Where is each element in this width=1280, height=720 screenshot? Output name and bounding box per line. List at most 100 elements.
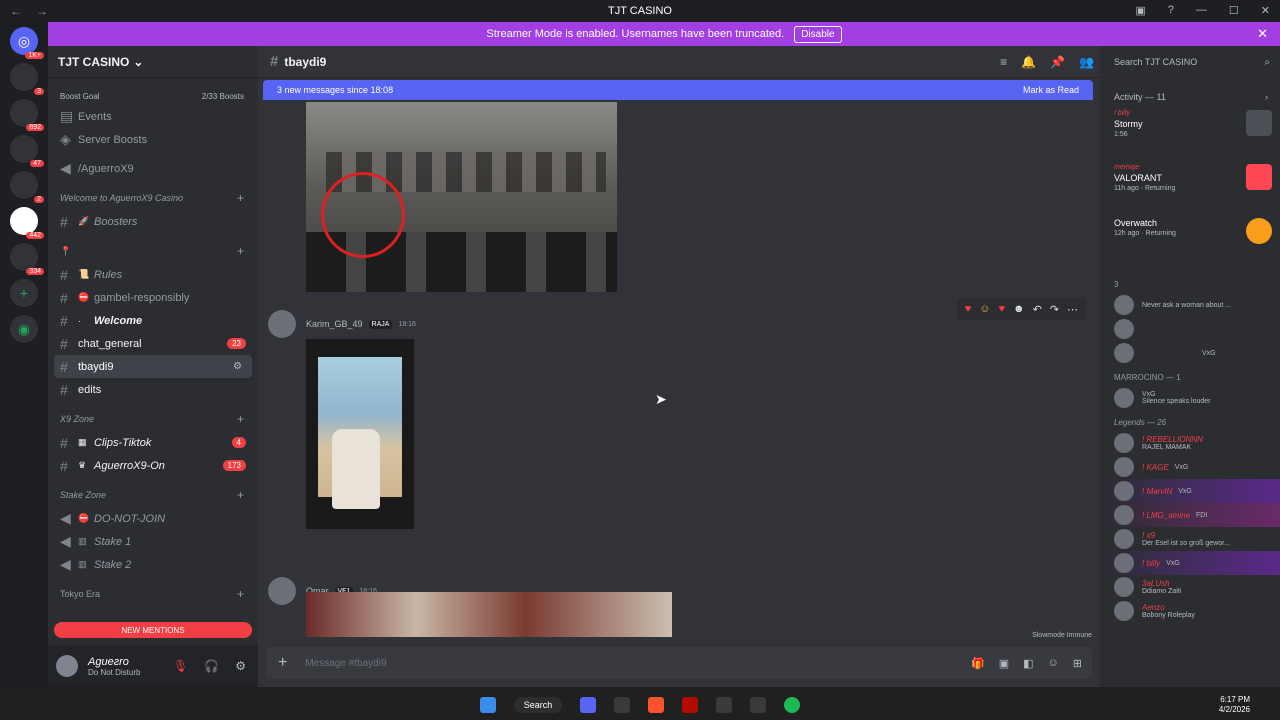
windows-start-icon[interactable]: [479, 697, 496, 713]
server-header[interactable]: TJT CASINO ⌄: [48, 46, 258, 78]
sticker-icon[interactable]: ◧: [1023, 657, 1033, 670]
server-icon[interactable]: 2: [10, 171, 44, 203]
new-messages-bar[interactable]: 3 new messages since 18:08 Mark as Read: [263, 80, 1093, 100]
brave-icon[interactable]: [648, 697, 665, 713]
add-attachment-icon[interactable]: +: [278, 654, 287, 672]
settings-icon[interactable]: ⚙: [233, 361, 242, 372]
forward-icon[interactable]: ↷: [1050, 303, 1059, 316]
member-item[interactable]: VxG: [1100, 341, 1280, 365]
member-item[interactable]: ! KAGE VxG: [1100, 455, 1280, 479]
add-channel-icon[interactable]: +: [237, 587, 244, 601]
reply-icon[interactable]: ↶: [1033, 303, 1042, 316]
member-item[interactable]: Never ask a woman about ...: [1100, 293, 1280, 317]
member-item[interactable]: VxG Silence speaks louder: [1100, 386, 1280, 410]
server-icon[interactable]: 892: [10, 99, 44, 131]
app-icon[interactable]: [750, 697, 767, 713]
avatar[interactable]: [268, 577, 296, 605]
inbox-icon[interactable]: ▣: [1135, 4, 1145, 17]
back-icon[interactable]: ←: [10, 4, 22, 18]
add-server-icon[interactable]: +: [10, 279, 38, 307]
message-composer[interactable]: + Message #tbaydi9 🎁 ▣ ◧ ☺ ⊞: [266, 647, 1092, 679]
minimize-icon[interactable]: —: [1196, 4, 1207, 17]
events-item[interactable]: ▤ Events: [48, 105, 258, 128]
member-item[interactable]: ! billy VxG: [1100, 551, 1280, 575]
channel-aguerro-on[interactable]: # ♛ AguerroX9-On 173: [48, 454, 258, 477]
taskbar-search[interactable]: Search: [513, 697, 563, 713]
member-item[interactable]: 3aLUsh Ddiamo Zaiti: [1100, 575, 1280, 599]
category-welcome[interactable]: Welcome to AguerroX9 Casino +: [48, 186, 258, 210]
help-icon[interactable]: ?: [1168, 4, 1174, 17]
close-banner-icon[interactable]: ✕: [1257, 26, 1268, 42]
boost-goal[interactable]: Boost Goal 2/33 Boosts: [48, 78, 258, 105]
notification-icon[interactable]: 🔔: [1021, 55, 1036, 69]
activity-header[interactable]: Activity — 11 ›: [1100, 78, 1280, 110]
member-item[interactable]: ! MarvIN VxG: [1100, 479, 1280, 503]
voice-do-not-join[interactable]: ◀ ⛔ DO-NOT-JOIN: [48, 507, 258, 530]
avatar[interactable]: [56, 655, 78, 677]
server-icon[interactable]: 442: [10, 207, 44, 239]
member-item[interactable]: [1100, 317, 1280, 341]
message-author[interactable]: Karim_GB_49: [306, 319, 363, 329]
channel-edits[interactable]: # edits: [48, 378, 258, 401]
add-channel-icon[interactable]: +: [237, 244, 244, 258]
gear-icon[interactable]: ⚙: [235, 659, 246, 673]
server-icon[interactable]: 334: [10, 243, 44, 275]
home-icon[interactable]: ◎ 1K+: [10, 27, 44, 59]
forward-icon[interactable]: →: [36, 4, 48, 18]
app-icon[interactable]: [716, 697, 733, 713]
category-x9-zone[interactable]: X9 Zone +: [48, 407, 258, 431]
category-pin[interactable]: 📍 +: [48, 239, 258, 263]
acrobat-icon[interactable]: [682, 697, 699, 713]
add-channel-icon[interactable]: +: [237, 412, 244, 426]
clock[interactable]: 6:17 PM 4/2/2026: [1219, 695, 1250, 715]
channel-gambel[interactable]: # ⛔ gambel-responsibly: [48, 286, 258, 309]
threads-icon[interactable]: ≡: [1000, 55, 1007, 69]
discord-icon[interactable]: [580, 697, 597, 713]
server-boosts-item[interactable]: ◈ Server Boosts: [48, 128, 258, 151]
voice-stake2[interactable]: ◀ ▥ Stake 2: [48, 553, 258, 576]
emoji-icon[interactable]: ☺: [1048, 657, 1059, 670]
apps-icon[interactable]: ⊞: [1073, 657, 1082, 670]
heart-reaction-icon[interactable]: ♥: [998, 303, 1005, 315]
channel-clips[interactable]: # ▦ Clips-Tiktok 4: [48, 431, 258, 454]
attachment-image[interactable]: [306, 339, 414, 529]
spotify-icon[interactable]: [784, 697, 801, 713]
new-mentions-button[interactable]: NEW MENTIONS: [54, 622, 252, 638]
category-tokyo-era[interactable]: Tokyo Era +: [48, 582, 258, 606]
attachment-image[interactable]: [306, 592, 672, 637]
mark-as-read-button[interactable]: Mark as Read: [1023, 85, 1079, 95]
member-item[interactable]: Aenzo Bobony Roleplay: [1100, 599, 1280, 623]
gif-icon[interactable]: ▣: [999, 657, 1009, 670]
channel-welcome[interactable]: # · Welcome: [48, 309, 258, 332]
server-icon[interactable]: 3: [10, 63, 44, 95]
attachment-image[interactable]: [306, 102, 617, 292]
discover-icon[interactable]: ◉: [10, 315, 38, 343]
activity-item[interactable]: ! billy Stormy 1:56: [1100, 110, 1280, 154]
search-input[interactable]: Search TJT CASINO ⌕: [1100, 46, 1280, 78]
close-window-icon[interactable]: ✕: [1261, 4, 1270, 17]
avatar[interactable]: [268, 310, 296, 338]
member-list-icon[interactable]: 👥: [1079, 55, 1094, 69]
mute-icon[interactable]: 🎙: [173, 659, 188, 673]
message-input[interactable]: Message #tbaydi9: [305, 658, 386, 669]
activity-item[interactable]: Overwatch 12h ago · Returning: [1100, 218, 1280, 262]
pin-icon[interactable]: 📌: [1050, 55, 1065, 69]
disable-button[interactable]: Disable: [794, 25, 842, 43]
chrome-icon[interactable]: [614, 697, 631, 713]
channel-boosters[interactable]: # 🚀 Boosters: [48, 210, 258, 233]
laugh-reaction-icon[interactable]: ☺: [979, 303, 990, 315]
add-channel-icon[interactable]: +: [237, 191, 244, 205]
add-reaction-icon[interactable]: ☻: [1013, 303, 1025, 315]
member-item[interactable]: ! x9 Der Esel ist so groß gewor...: [1100, 527, 1280, 551]
member-item[interactable]: ! REBELLIONNN RAJEL MAMAK: [1100, 431, 1280, 455]
channel-rules[interactable]: # 📜 Rules: [48, 263, 258, 286]
member-item[interactable]: ! LMG_amine FDI: [1100, 503, 1280, 527]
category-stake-zone[interactable]: Stake Zone +: [48, 483, 258, 507]
heart-reaction-icon[interactable]: ♥: [965, 303, 972, 315]
chevron-right-icon[interactable]: ›: [1265, 92, 1268, 102]
channel-tbaydi9[interactable]: # tbaydi9 ⚙: [54, 355, 252, 378]
channel-chat-general[interactable]: # chat_general 23: [48, 332, 258, 355]
activity-item[interactable]: mernige VALORANT 11h ago · Returning: [1100, 164, 1280, 208]
gift-icon[interactable]: 🎁: [971, 657, 985, 670]
maximize-icon[interactable]: ☐: [1229, 4, 1239, 17]
